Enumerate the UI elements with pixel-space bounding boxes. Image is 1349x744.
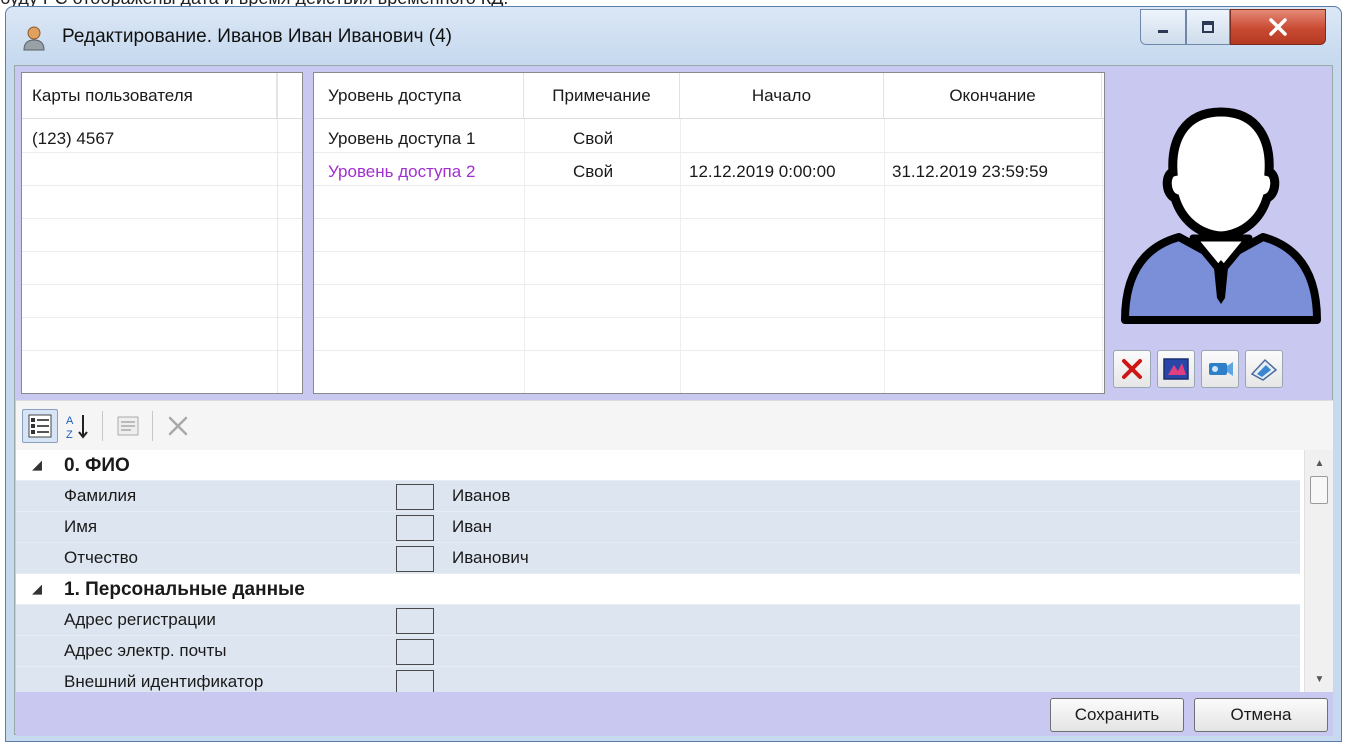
property-pages-button[interactable] xyxy=(110,409,146,443)
photo-panel xyxy=(1113,72,1329,394)
property-value[interactable]: Иванович xyxy=(452,548,529,568)
collapse-arrow-icon[interactable]: ◢ xyxy=(32,457,42,473)
user-cards-list[interactable]: Карты пользователя (123) 4567 xyxy=(21,72,303,394)
property-pages-icon xyxy=(117,416,139,436)
clear-property-button[interactable] xyxy=(160,409,196,443)
property-name: Адрес электр. почты xyxy=(64,641,227,660)
camera-button[interactable] xyxy=(1201,350,1239,388)
save-button[interactable]: Сохранить xyxy=(1050,698,1184,732)
svg-text:Z: Z xyxy=(66,429,73,440)
load-photo-button[interactable] xyxy=(1157,350,1195,388)
property-checkbox[interactable] xyxy=(396,639,434,665)
property-value[interactable]: Иван xyxy=(452,517,492,537)
maximize-icon xyxy=(1202,21,1214,33)
user-avatar-placeholder xyxy=(1121,107,1321,324)
property-name: Имя xyxy=(64,517,98,536)
category-row[interactable]: ◢ 1. Персональные данные xyxy=(16,574,1300,605)
window-title: Редактирование. Иванов Иван Иванович (4) xyxy=(62,26,452,47)
scroll-up-icon[interactable]: ▲ xyxy=(1305,452,1333,474)
levels-header: Уровень доступа Примечание Начало Оконча… xyxy=(314,73,1104,119)
scroll-down-icon[interactable]: ▼ xyxy=(1305,668,1333,690)
access-level-cell-highlighted[interactable]: Уровень доступа 2 xyxy=(328,162,475,182)
window-client-area: Карты пользователя (123) 4567 Уровень до… xyxy=(14,65,1333,736)
note-cell[interactable]: Свой xyxy=(573,129,613,149)
load-photo-icon xyxy=(1163,358,1189,380)
minimize-button[interactable] xyxy=(1140,9,1186,45)
svg-text:A: A xyxy=(66,415,74,427)
property-row[interactable]: Адрес регистрации xyxy=(16,605,1300,636)
property-row[interactable]: Имя Иван xyxy=(16,512,1300,543)
property-row[interactable]: Внешний идентификатор xyxy=(16,667,1300,692)
property-grid[interactable]: ◢ 0. ФИО Фамилия Иванов Имя Иван Отчеств… xyxy=(16,450,1333,692)
delete-photo-icon xyxy=(1122,359,1142,379)
scan-photo-button[interactable] xyxy=(1245,350,1283,388)
title-bar: Редактирование. Иванов Иван Иванович (4) xyxy=(6,7,1341,63)
camera-icon xyxy=(1209,362,1233,376)
delete-photo-button[interactable] xyxy=(1113,350,1151,388)
dialog-footer: Сохранить Отмена xyxy=(16,692,1333,736)
property-name: Внешний идентификатор xyxy=(64,672,264,691)
cards-header: Карты пользователя xyxy=(22,73,302,119)
vertical-scrollbar[interactable]: ▲ ▼ xyxy=(1304,450,1333,692)
close-icon xyxy=(1269,18,1287,36)
column-header-note[interactable]: Примечание xyxy=(524,73,680,118)
note-cell[interactable]: Свой xyxy=(573,162,613,182)
property-checkbox[interactable] xyxy=(396,515,434,541)
property-name: Адрес регистрации xyxy=(64,610,216,629)
end-cell[interactable]: 31.12.2019 23:59:59 xyxy=(892,162,1048,182)
card-number[interactable]: (123) 4567 xyxy=(32,129,114,149)
sort-alphabetical-button[interactable]: AZ xyxy=(60,409,96,443)
category-row[interactable]: ◢ 0. ФИО xyxy=(16,450,1300,481)
sort-alpha-icon: AZ xyxy=(66,415,88,440)
property-name: Отчество xyxy=(64,548,138,567)
properties-toolbar: AZ xyxy=(16,400,1333,450)
column-header-cards[interactable]: Карты пользователя xyxy=(22,73,277,118)
access-levels-table[interactable]: Уровень доступа Примечание Начало Оконча… xyxy=(313,72,1105,394)
property-row[interactable]: Адрес электр. почты xyxy=(16,636,1300,667)
scrollbar-thumb[interactable] xyxy=(1310,476,1328,504)
categorized-icon xyxy=(28,414,52,438)
edit-user-window: Редактирование. Иванов Иван Иванович (4)… xyxy=(5,6,1342,742)
category-label: 0. ФИО xyxy=(64,455,130,476)
property-checkbox[interactable] xyxy=(396,608,434,634)
column-header-end[interactable]: Окончание xyxy=(884,73,1102,118)
property-checkbox[interactable] xyxy=(396,484,434,510)
close-button[interactable] xyxy=(1230,9,1326,45)
category-label: 1. Персональные данные xyxy=(64,579,305,600)
column-header-start[interactable]: Начало xyxy=(680,73,884,118)
clear-icon xyxy=(168,416,188,436)
user-icon xyxy=(23,26,45,51)
property-value[interactable]: Иванов xyxy=(452,486,510,506)
categorized-button[interactable] xyxy=(22,409,58,443)
property-checkbox[interactable] xyxy=(396,546,434,572)
start-cell[interactable]: 12.12.2019 0:00:00 xyxy=(689,162,836,182)
property-row[interactable]: Отчество Иванович xyxy=(16,543,1300,574)
property-row[interactable]: Фамилия Иванов xyxy=(16,481,1300,512)
property-checkbox[interactable] xyxy=(396,670,434,692)
maximize-button[interactable] xyxy=(1186,9,1230,45)
column-header-level[interactable]: Уровень доступа xyxy=(314,73,524,118)
access-level-cell[interactable]: Уровень доступа 1 xyxy=(328,129,475,149)
collapse-arrow-icon[interactable]: ◢ xyxy=(32,581,42,597)
property-name: Фамилия xyxy=(64,486,137,505)
cancel-button[interactable]: Отмена xyxy=(1194,698,1328,732)
scanner-icon xyxy=(1250,358,1278,381)
minimize-icon xyxy=(1158,30,1168,33)
